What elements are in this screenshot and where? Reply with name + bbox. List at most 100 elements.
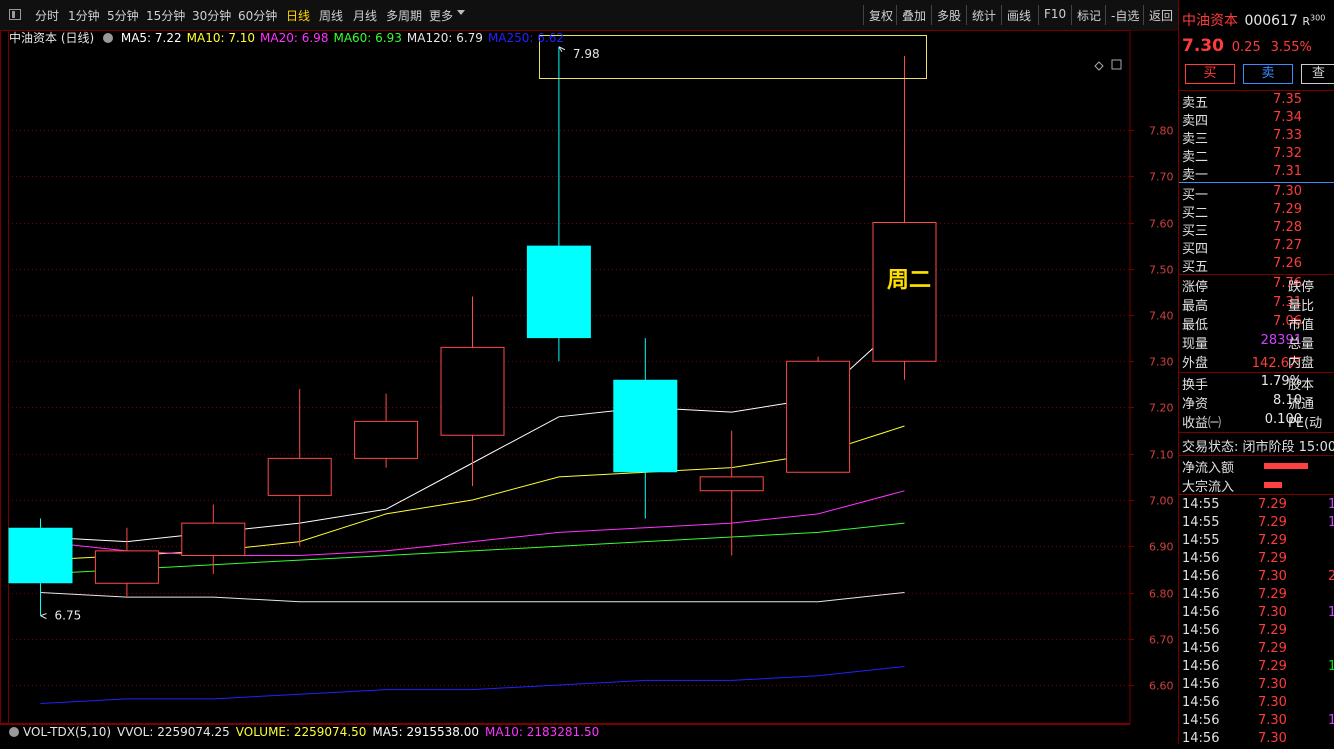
maximize-icon — [1111, 59, 1122, 70]
y-tick-label-1: 6.70 — [1149, 634, 1174, 647]
stock-chart-label: 中油资本 (日线) — [9, 31, 95, 45]
ask-label: 卖一 — [1182, 168, 1209, 183]
bid-price: 7.29 — [1273, 202, 1302, 217]
bid-price: 7.27 — [1273, 238, 1302, 253]
price-change: 0.25 — [1231, 40, 1261, 55]
toolbar-button-3[interactable]: 统计 — [972, 7, 996, 24]
query-button[interactable]: 查 — [1301, 64, 1334, 84]
tick-row-5: 14:56 7.29 — [1182, 587, 1334, 605]
tick-price: 7.29 — [1258, 659, 1287, 674]
tick-row-6: 14:56 7.30 1 — [1182, 605, 1334, 623]
flow-label: 大宗流入 — [1182, 480, 1235, 495]
tick-row-1: 14:55 7.29 1 — [1182, 515, 1334, 533]
tick-time: 14:56 — [1182, 569, 1220, 584]
sell-button[interactable]: 卖 — [1243, 64, 1293, 84]
ma-legend-item-0: MA5: 7.22 — [120, 31, 182, 45]
buy-button[interactable]: 买 — [1185, 64, 1235, 84]
period-tab-1[interactable]: 1分钟 — [68, 7, 100, 24]
bid-row-3[interactable]: 买四 7.27 — [1182, 238, 1334, 257]
tick-time: 14:56 — [1182, 713, 1220, 728]
ask-label: 卖五 — [1182, 96, 1209, 111]
kline-chart[interactable]: 6.60 6.70 6.80 6.90 7.00 7.10 7.20 7.30 7.40 7.50… — [0, 30, 1178, 744]
y-tick-label-8: 7.40 — [1149, 310, 1174, 323]
toolbar-button-2[interactable]: 多股 — [937, 7, 961, 24]
stat-extra-label: 量比 — [1288, 299, 1315, 314]
candle-5-body — [440, 346, 505, 436]
bid-label: 买五 — [1182, 260, 1209, 275]
tick-row-11: 14:56 7.30 — [1182, 695, 1334, 713]
period-tab-9[interactable]: 多周期 — [386, 7, 422, 24]
volume-legend-item-0: VOL-TDX(5,10) — [23, 725, 112, 739]
tick-time: 14:56 — [1182, 587, 1220, 602]
toolbar-button-4[interactable]: 画线 — [1007, 7, 1031, 24]
period-tab-7[interactable]: 周线 — [319, 7, 343, 24]
period-tab-4[interactable]: 30分钟 — [192, 7, 231, 24]
tick-time: 14:56 — [1182, 695, 1220, 710]
candle-2-body — [181, 522, 246, 556]
tick-row-10: 14:56 7.30 — [1182, 677, 1334, 695]
layout-toggle-icon[interactable] — [9, 9, 21, 20]
bid-row-1[interactable]: 买二 7.29 — [1182, 202, 1334, 221]
tick-row-12: 14:56 7.30 1 — [1182, 713, 1334, 731]
candle-0-body — [8, 527, 73, 584]
toolbar-button-6[interactable]: 标记 — [1077, 7, 1101, 24]
more-chevron-down-icon[interactable] — [457, 10, 465, 15]
ask-price: 7.34 — [1273, 110, 1302, 125]
volume-settings-icon[interactable] — [9, 727, 19, 737]
fund-extra-label: PE(动 — [1288, 416, 1323, 431]
fund-row-2: 收益㈠ 0.100 PE(动 — [1182, 412, 1334, 431]
high-marker-icon — [558, 46, 566, 53]
toolbar-button-5[interactable]: F10 — [1044, 7, 1066, 21]
ma-legend-item-2: MA20: 6.98 — [260, 31, 329, 45]
candle-7-body — [613, 379, 678, 473]
candle-9-body — [786, 360, 851, 473]
tick-time: 14:56 — [1182, 623, 1220, 638]
bid-label: 买二 — [1182, 206, 1209, 221]
bid-row-4[interactable]: 买五 7.26 — [1182, 256, 1334, 275]
fund-label: 收益㈠ — [1182, 416, 1222, 431]
tick-price: 7.30 — [1258, 677, 1287, 692]
ask-price: 7.32 — [1273, 146, 1302, 161]
period-tab-8[interactable]: 月线 — [353, 7, 377, 24]
chart-frame — [0, 30, 1131, 724]
ask-row-3[interactable]: 卖二 7.32 — [1182, 146, 1334, 165]
tick-price: 7.29 — [1258, 551, 1287, 566]
period-tab-6[interactable]: 日线 — [286, 7, 310, 24]
toolbar-button-8[interactable]: 返回 — [1149, 7, 1173, 24]
stock-code: 000617 — [1244, 13, 1298, 29]
tick-row-3: 14:56 7.29 — [1182, 551, 1334, 569]
ask-row-0[interactable]: 卖五 7.35 — [1182, 92, 1334, 111]
ask-row-4[interactable]: 卖一 7.31 — [1182, 164, 1334, 183]
toolbar-button-1[interactable]: 叠加 — [902, 7, 926, 24]
tick-volume: 1 — [1328, 515, 1334, 530]
bid-price: 7.28 — [1273, 220, 1302, 235]
period-tab-10[interactable]: 更多 — [429, 7, 453, 24]
rating-badge: R300 — [1302, 13, 1326, 28]
period-tab-5[interactable]: 60分钟 — [238, 7, 277, 24]
stat-label: 最低 — [1182, 318, 1209, 333]
period-tab-0[interactable]: 分时 — [35, 7, 59, 24]
stat-label: 现量 — [1182, 337, 1209, 352]
bid-row-0[interactable]: 买一 7.30 — [1182, 184, 1334, 203]
bid-row-2[interactable]: 买三 7.28 — [1182, 220, 1334, 239]
kline-svg[interactable]: 6.60 6.70 6.80 6.90 7.00 7.10 7.20 7.30 7.40 7.50… — [0, 30, 1178, 744]
period-tab-3[interactable]: 15分钟 — [146, 7, 185, 24]
candle-6-body — [526, 245, 591, 339]
stat-row-1: 最高 7.31 量比 — [1182, 295, 1334, 314]
y-tick-label-7: 7.30 — [1149, 356, 1174, 369]
ma-legend-item-3: MA60: 6.93 — [333, 31, 402, 45]
period-tab-2[interactable]: 5分钟 — [107, 7, 139, 24]
tick-time: 14:55 — [1182, 533, 1220, 548]
toolbar-button-0[interactable]: 复权 — [869, 7, 893, 24]
volume-legend-item-1: VVOL: 2259074.25 — [117, 725, 230, 739]
fund-extra-label: 股本 — [1288, 378, 1315, 393]
ask-row-1[interactable]: 卖四 7.34 — [1182, 110, 1334, 129]
toolbar-button-7[interactable]: -自选 — [1111, 7, 1139, 24]
ask-row-2[interactable]: 卖三 7.33 — [1182, 128, 1334, 147]
tick-row-8: 14:56 7.29 — [1182, 641, 1334, 659]
ma-legend: 中油资本 (日线) MA5: 7.22 MA10: 7.10 MA20: 6.98 M… — [9, 29, 574, 45]
stat-row-4: 外盘 142.6万 内盘 — [1182, 352, 1334, 371]
volume-legend-item-3: MA5: 2915538.00 — [372, 725, 479, 739]
chart-settings-icon[interactable] — [103, 33, 114, 43]
tick-price: 7.29 — [1258, 497, 1287, 512]
